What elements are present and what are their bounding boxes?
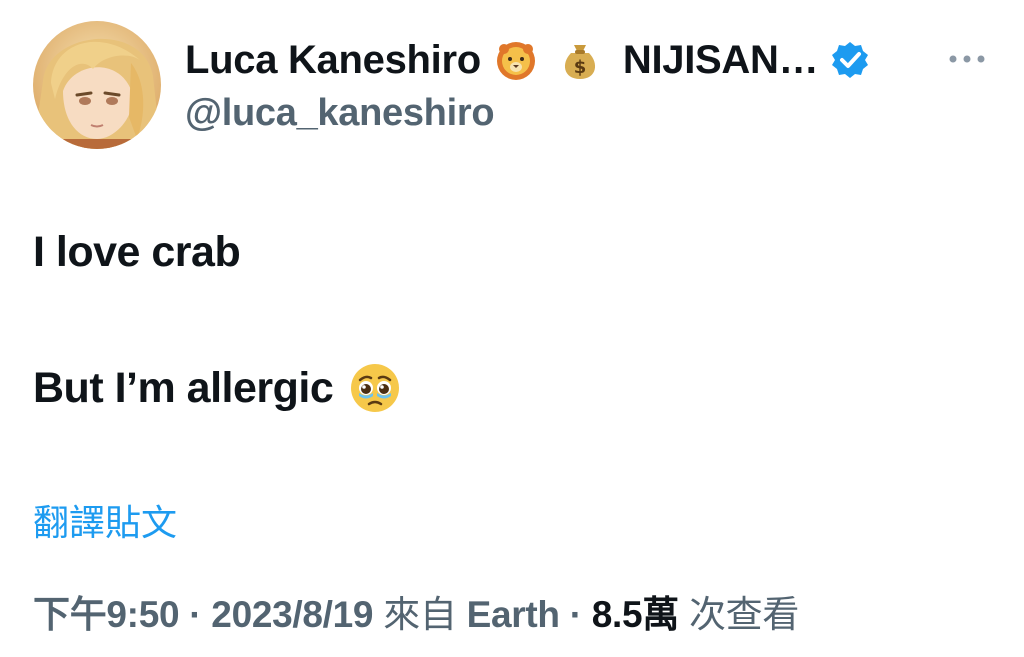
author-header: Luca Kaneshiro $ NIJISAN… <box>185 34 870 86</box>
post-source: Earth <box>466 594 560 635</box>
avatar-image <box>33 21 161 149</box>
source-prefix: 來自 <box>383 594 457 635</box>
post-time[interactable]: 下午9:50 <box>33 584 180 638</box>
post-date[interactable]: 2023/8/19 <box>211 594 373 636</box>
org-name[interactable]: NIJISAN… <box>623 38 819 83</box>
tweet: Luca Kaneshiro $ NIJISAN… @luca_kaneshir… <box>0 0 1024 657</box>
user-handle[interactable]: @luca_kaneshiro <box>185 92 495 135</box>
tweet-metadata: 下午9:50 · 2023/8/19 來自 Earth · 8.5萬 次查看 <box>33 584 799 638</box>
tweet-text-line-1: I love crab <box>33 228 241 276</box>
views-count[interactable]: 8.5萬 <box>592 584 680 638</box>
svg-text:$: $ <box>574 57 587 78</box>
lion-face-icon <box>495 39 537 81</box>
tweet-text-line-2-text: But I’m allergic <box>33 363 334 412</box>
verified-badge-icon <box>830 40 870 80</box>
money-bag-icon: $ <box>559 39 601 81</box>
more-options-icon[interactable] <box>944 44 990 74</box>
views-label: 次查看 <box>688 594 800 635</box>
display-name[interactable]: Luca Kaneshiro <box>185 38 481 83</box>
avatar[interactable] <box>33 21 161 149</box>
tweet-text-line-2: But I’m allergic <box>33 362 401 414</box>
separator: · <box>189 594 202 635</box>
separator: · <box>569 594 582 635</box>
translate-post-link[interactable]: 翻譯貼文 <box>33 494 177 546</box>
pleading-face-tear-icon <box>349 362 401 414</box>
